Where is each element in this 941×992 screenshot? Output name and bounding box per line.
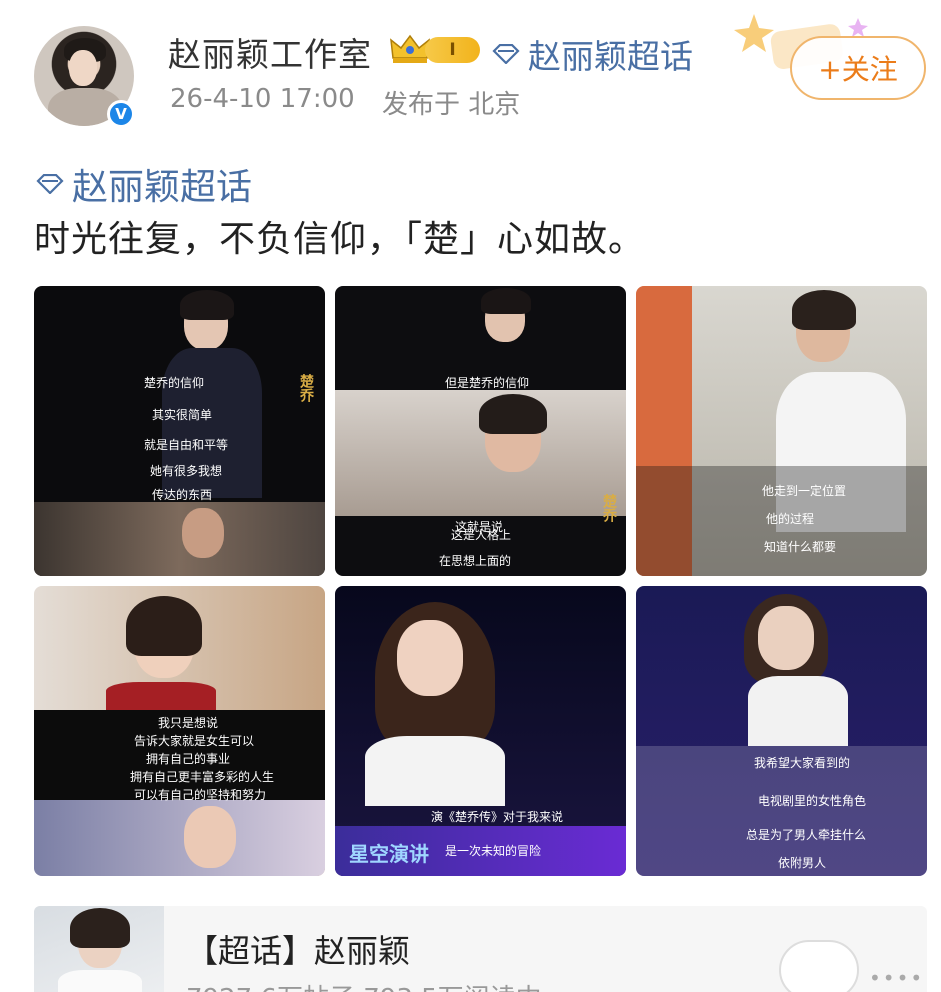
- super-topic-card[interactable]: 【超话】赵丽颖 7927.6万帖子 793.5万阅读中 •••••: [34, 906, 927, 992]
- image-caption: 总是为了男人牵挂什么: [746, 828, 867, 842]
- card-thumbnail: [34, 906, 164, 992]
- image-caption: 依附男人: [778, 856, 827, 870]
- topic-tag-label: 赵丽颖超话: [72, 167, 253, 208]
- image-thumbnail[interactable]: 但是楚乔的信仰 这就是说 这是人格上 在思想上面的 楚乔: [335, 286, 626, 576]
- topic-link[interactable]: 赵丽颖超话: [492, 30, 693, 78]
- user-name[interactable]: 赵丽颖工作室: [168, 28, 372, 76]
- card-action-button[interactable]: [779, 940, 859, 992]
- image-grid: 楚乔的信仰 其实很简单 就是自由和平等 她有很多我想 传达的东西 楚乔 但是楚乔…: [34, 286, 927, 876]
- diamond-icon: [492, 44, 520, 64]
- image-caption: 演《楚乔传》对于我来说: [431, 810, 564, 824]
- image-caption: 就是自由和平等: [144, 438, 229, 452]
- watermark-text: 楚乔: [601, 494, 617, 522]
- more-icon[interactable]: •••••: [869, 966, 927, 990]
- diamond-icon: [36, 174, 64, 194]
- image-thumbnail[interactable]: 他走到一定位置 他的过程 知道什么都要: [636, 286, 927, 576]
- image-caption: 电视剧里的女性角色: [758, 794, 867, 808]
- image-caption: 知道什么都要: [764, 540, 837, 554]
- post-timestamp: 26-4-10 17:00: [170, 84, 355, 114]
- post-location: 发布于 北京: [382, 90, 521, 120]
- image-caption: 我希望大家看到的: [754, 756, 851, 770]
- avatar[interactable]: V: [34, 26, 135, 128]
- topic-tag[interactable]: 赵丽颖超话: [36, 158, 252, 210]
- image-thumbnail[interactable]: 演《楚乔传》对于我来说 是一次未知的冒险 星空演讲: [335, 586, 626, 876]
- image-caption: 拥有自己更丰富多彩的人生: [130, 770, 275, 784]
- image-caption: 但是楚乔的信仰: [445, 376, 530, 390]
- image-caption: 在思想上面的: [439, 554, 512, 568]
- topic-link-label: 赵丽颖超话: [528, 37, 693, 76]
- stage-text: 星空演讲: [349, 842, 429, 866]
- watermark-text: 楚乔: [298, 374, 314, 402]
- image-thumbnail[interactable]: 楚乔的信仰 其实很简单 就是自由和平等 她有很多我想 传达的东西 楚乔: [34, 286, 325, 576]
- card-title: 【超话】赵丽颖: [186, 932, 411, 970]
- image-caption: 楚乔的信仰: [144, 376, 205, 390]
- image-caption: 传达的东西: [152, 488, 213, 502]
- image-caption: 可以有自己的坚持和努力: [134, 788, 267, 802]
- image-caption: 这是人格上: [451, 528, 512, 542]
- follow-button[interactable]: +关注: [790, 36, 926, 100]
- verified-icon: V: [107, 100, 135, 128]
- image-caption: 他的过程: [766, 512, 815, 526]
- post-text: 时光往复，不负信仰，「楚」心如故。: [34, 219, 646, 260]
- level-badge[interactable]: I: [425, 37, 480, 63]
- image-caption: 其实很简单: [152, 408, 213, 422]
- image-thumbnail[interactable]: 我只是想说 告诉大家就是女生可以 拥有自己的事业 拥有自己更丰富多彩的人生 可以…: [34, 586, 325, 876]
- image-caption: 是一次未知的冒险: [445, 844, 542, 858]
- image-caption: 他走到一定位置: [762, 484, 847, 498]
- image-caption: 拥有自己的事业: [146, 752, 231, 766]
- card-subtitle: 7927.6万帖子 793.5万阅读中: [186, 978, 542, 992]
- image-caption: 告诉大家就是女生可以: [134, 734, 255, 748]
- image-caption: 她有很多我想: [150, 464, 223, 478]
- image-caption: 我只是想说: [158, 716, 219, 730]
- image-thumbnail[interactable]: 我希望大家看到的 电视剧里的女性角色 总是为了男人牵挂什么 依附男人: [636, 586, 927, 876]
